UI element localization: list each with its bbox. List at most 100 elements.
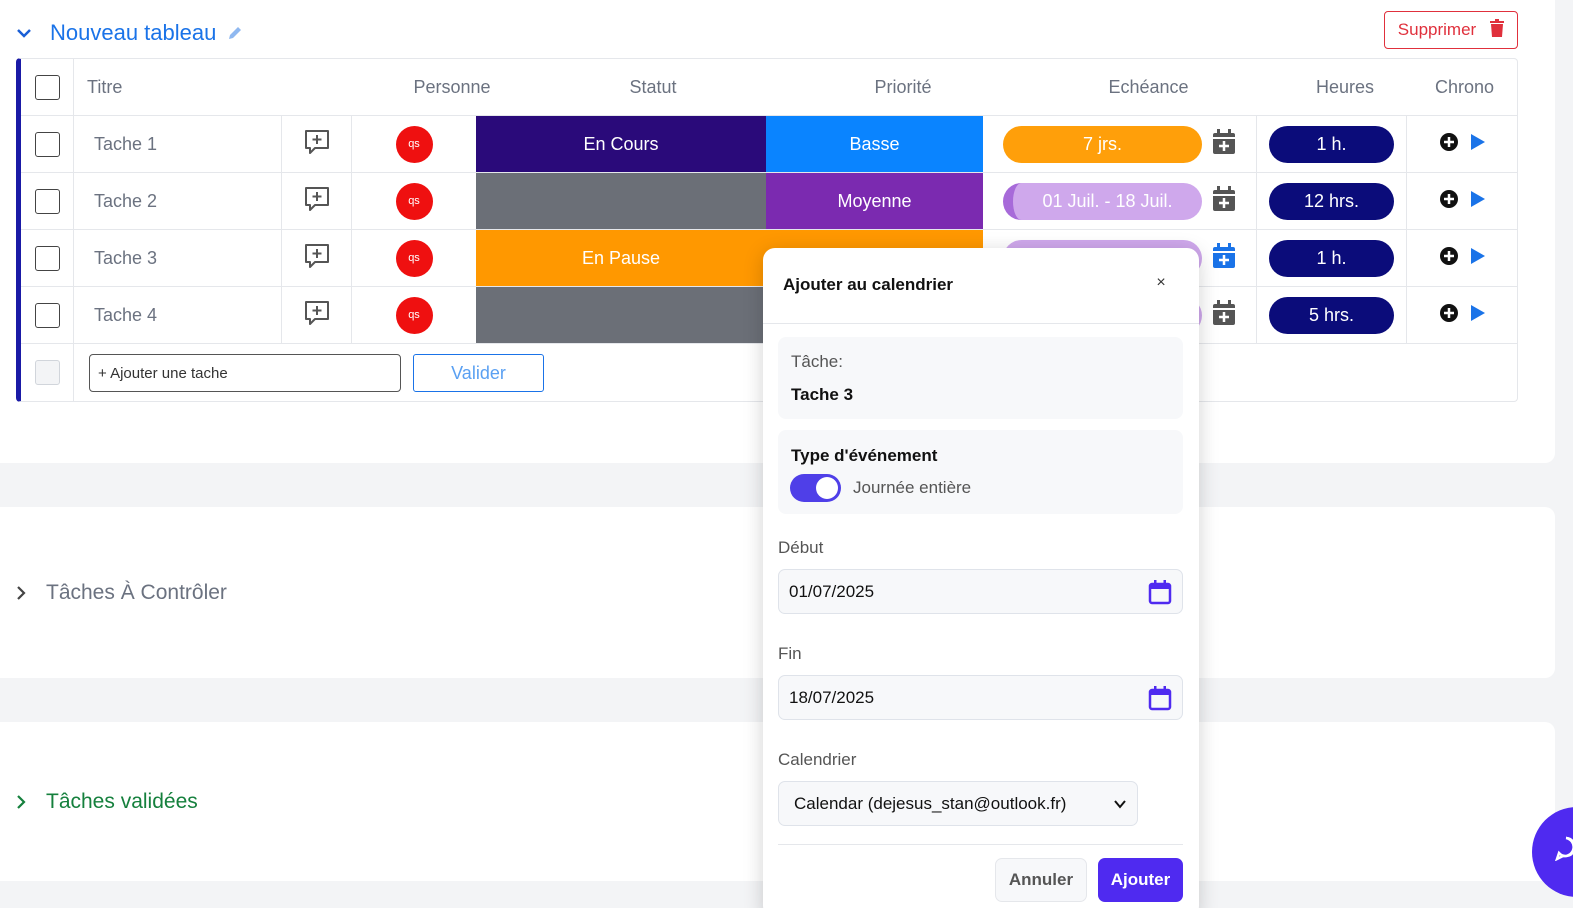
chevron-right-icon[interactable] xyxy=(12,584,30,602)
hours-pill[interactable]: 5 hrs. xyxy=(1269,296,1394,334)
calendar-plus-icon[interactable] xyxy=(1212,185,1236,217)
add-circle-icon[interactable] xyxy=(1439,132,1459,157)
comment-plus-icon[interactable] xyxy=(303,299,331,332)
row-checkbox[interactable] xyxy=(34,188,60,214)
chevron-right-icon[interactable] xyxy=(12,793,30,811)
cancel-button[interactable]: Annuler xyxy=(995,858,1087,902)
row-checkbox[interactable] xyxy=(34,131,60,157)
avatar[interactable]: qs xyxy=(395,182,433,220)
end-date-field[interactable]: 18/07/2025 xyxy=(778,675,1183,720)
full-day-toggle[interactable] xyxy=(790,474,841,502)
avatar[interactable]: qs xyxy=(395,125,433,163)
column-header-due[interactable]: Echéance xyxy=(1026,59,1271,115)
calendar-select[interactable]: Calendar (dejesus_stan@outlook.fr) xyxy=(778,781,1138,826)
avatar[interactable]: qs xyxy=(395,296,433,334)
chrono-cell xyxy=(1406,230,1518,286)
due-cell: 7 jrs. xyxy=(983,116,1256,172)
calendar-label: Calendrier xyxy=(778,750,857,769)
person-cell: qs xyxy=(351,287,476,343)
delete-label: Supprimer xyxy=(1397,20,1477,39)
hours-cell: 1 h. xyxy=(1256,230,1406,286)
avatar[interactable]: qs xyxy=(395,239,433,277)
end-label: Fin xyxy=(778,644,802,663)
priority-cell[interactable]: Moyenne xyxy=(766,173,983,229)
due-pill[interactable]: 01 Juil. - 18 Juil. xyxy=(1003,182,1202,220)
row-checkbox[interactable] xyxy=(34,302,60,328)
add-comment-cell xyxy=(281,287,351,343)
chrono-cell xyxy=(1406,116,1518,172)
play-icon[interactable] xyxy=(1469,132,1487,157)
play-icon[interactable] xyxy=(1469,246,1487,271)
hours-cell: 5 hrs. xyxy=(1256,287,1406,343)
chrono-cell xyxy=(1406,287,1518,343)
play-icon[interactable] xyxy=(1469,303,1487,328)
calendar-plus-icon[interactable] xyxy=(1212,242,1236,274)
calendar-icon[interactable] xyxy=(1148,686,1172,716)
comment-plus-icon[interactable] xyxy=(303,242,331,275)
group-title[interactable]: Tâches validées xyxy=(46,790,198,814)
divider xyxy=(763,323,1199,324)
full-day-label: Journée entière xyxy=(853,478,972,497)
add-circle-icon[interactable] xyxy=(1439,303,1459,328)
trash-icon xyxy=(1490,18,1505,42)
status-cell[interactable]: En Cours xyxy=(476,116,766,172)
comment-plus-icon[interactable] xyxy=(303,128,331,161)
status-cell[interactable] xyxy=(476,287,766,343)
event-type-label: Type d'événement xyxy=(791,446,938,465)
modal-title: Ajouter au calendrier xyxy=(783,275,954,294)
column-header-hours[interactable]: Heures xyxy=(1271,59,1419,115)
toggle-knob xyxy=(816,477,838,499)
priority-cell[interactable]: Basse xyxy=(766,116,983,172)
status-cell[interactable]: En Pause xyxy=(476,230,766,286)
chevron-down-icon xyxy=(1113,796,1127,816)
column-header-title[interactable]: Titre xyxy=(73,59,283,115)
hours-pill[interactable]: 1 h. xyxy=(1269,239,1394,277)
board-header: Nouveau tableau xyxy=(14,20,244,46)
select-all-cell xyxy=(21,59,73,115)
task-info-box: Tâche: Tache 3 xyxy=(778,337,1183,419)
start-label: Début xyxy=(778,538,824,557)
column-header-priority[interactable]: Priorité xyxy=(778,59,1028,115)
row-checkbox[interactable] xyxy=(34,245,60,271)
hours-pill[interactable]: 12 hrs. xyxy=(1269,182,1394,220)
task-name[interactable]: Tache 3 xyxy=(73,230,281,286)
add-row-checkbox xyxy=(34,360,60,385)
board-title: Nouveau tableau xyxy=(50,20,217,45)
delete-board-button[interactable]: Supprimer xyxy=(1384,11,1518,49)
task-name[interactable]: Tache 1 xyxy=(73,116,281,172)
add-button[interactable]: Ajouter xyxy=(1098,858,1183,902)
add-circle-icon[interactable] xyxy=(1439,246,1459,271)
select-all-checkbox[interactable] xyxy=(34,74,60,100)
person-cell: qs xyxy=(351,173,476,229)
task-label: Tâche: xyxy=(791,352,843,371)
column-header-chrono[interactable]: Chrono xyxy=(1411,59,1518,115)
calendar-select-value: Calendar (dejesus_stan@outlook.fr) xyxy=(794,793,1067,813)
pencil-icon[interactable] xyxy=(226,24,244,42)
divider xyxy=(778,844,1183,845)
calendar-icon[interactable] xyxy=(1148,580,1172,610)
add-task-input[interactable] xyxy=(89,354,401,392)
task-name[interactable]: Tache 2 xyxy=(73,173,281,229)
comment-plus-icon[interactable] xyxy=(303,185,331,218)
chrono-cell xyxy=(1406,173,1518,229)
hours-pill[interactable]: 1 h. xyxy=(1269,125,1394,163)
validate-button[interactable]: Valider xyxy=(413,354,544,392)
calendar-plus-icon[interactable] xyxy=(1212,128,1236,160)
calendar-plus-icon[interactable] xyxy=(1212,299,1236,331)
chevron-down-icon[interactable] xyxy=(14,23,34,43)
add-circle-icon[interactable] xyxy=(1439,189,1459,214)
status-cell[interactable] xyxy=(476,173,766,229)
column-header-status[interactable]: Statut xyxy=(528,59,778,115)
due-pill[interactable]: 7 jrs. xyxy=(1003,125,1202,163)
task-name[interactable]: Tache 4 xyxy=(73,287,281,343)
start-date-field[interactable]: 01/07/2025 xyxy=(778,569,1183,614)
hours-cell: 1 h. xyxy=(1256,116,1406,172)
hours-cell: 12 hrs. xyxy=(1256,173,1406,229)
add-comment-cell xyxy=(281,173,351,229)
start-date-value: 01/07/2025 xyxy=(789,581,875,601)
person-cell: qs xyxy=(351,116,476,172)
add-comment-cell xyxy=(281,116,351,172)
close-icon[interactable]: × xyxy=(1151,273,1171,293)
play-icon[interactable] xyxy=(1469,189,1487,214)
group-title[interactable]: Tâches À Contrôler xyxy=(46,581,227,605)
